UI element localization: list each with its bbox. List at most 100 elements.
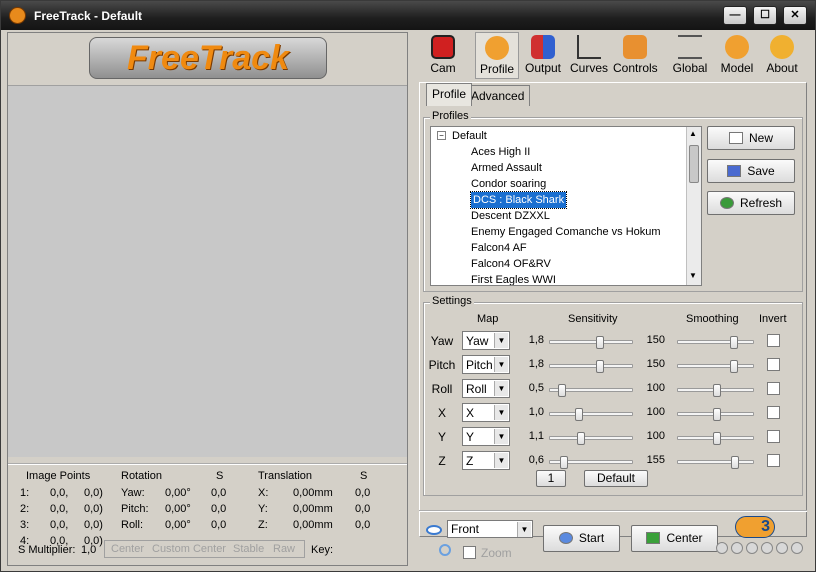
start-button[interactable]: Start	[543, 525, 620, 552]
map-select[interactable]: Y ▼	[462, 427, 510, 446]
slider-thumb[interactable]	[731, 456, 739, 469]
map-select-value: Pitch	[466, 358, 493, 372]
invert-checkbox[interactable]	[767, 382, 780, 395]
slider-thumb[interactable]	[560, 456, 568, 469]
custom-center-option[interactable]: Custom Center	[152, 543, 226, 555]
profile-item[interactable]: Armed Assault	[471, 160, 542, 176]
slider-thumb[interactable]	[596, 360, 604, 373]
smoothing-slider[interactable]	[677, 456, 754, 469]
sensitivity-slider[interactable]	[549, 432, 633, 445]
profile-item[interactable]: Condor soaring	[471, 176, 546, 192]
slider-thumb[interactable]	[596, 336, 604, 349]
toolbar-profile[interactable]: Profile	[475, 32, 519, 79]
translation-s-value: 0,0	[355, 519, 371, 531]
sensitivity-value: 1,1	[528, 430, 544, 442]
refresh-button[interactable]: Refresh	[707, 191, 795, 215]
rotation-s-value: 0,0	[211, 519, 227, 531]
raw-option[interactable]: Raw	[273, 543, 295, 555]
axis-label: Y	[437, 430, 446, 444]
map-select[interactable]: Pitch ▼	[462, 355, 510, 374]
scroll-down-icon[interactable]: ▼	[689, 271, 697, 280]
view-select[interactable]: Front ▼	[447, 520, 533, 538]
stable-option[interactable]: Stable	[233, 543, 264, 555]
app-icon	[9, 7, 26, 24]
toolbar-about[interactable]: About	[760, 32, 804, 79]
rotation-axis: Pitch:	[121, 503, 149, 515]
profile-item[interactable]: Enemy Engaged Comanche vs Hokum	[471, 224, 661, 240]
slider-thumb[interactable]	[713, 384, 721, 397]
smoothing-slider[interactable]	[677, 408, 754, 421]
collapse-icon[interactable]: −	[437, 131, 446, 140]
invert-checkbox[interactable]	[767, 430, 780, 443]
invert-checkbox[interactable]	[767, 334, 780, 347]
slider-thumb[interactable]	[577, 432, 585, 445]
zoom-checkbox[interactable]	[463, 546, 476, 559]
profiles-scrollbar[interactable]: ▲ ▼	[686, 127, 701, 285]
profile-item[interactable]: Descent DZXXL	[471, 208, 550, 224]
toolbar-global[interactable]: Global	[668, 32, 712, 79]
sensitivity-header: Sensitivity	[568, 313, 618, 325]
sensitivity-slider[interactable]	[549, 384, 633, 397]
new-button[interactable]: New	[707, 126, 795, 150]
title-bar[interactable]: FreeTrack - Default — ☐ ✕	[1, 1, 815, 30]
sensitivity-slider[interactable]	[549, 336, 633, 349]
smoothing-value: 155	[646, 454, 665, 466]
model-icon	[725, 35, 749, 59]
smoothing-slider[interactable]	[677, 432, 754, 445]
save-button[interactable]: Save	[707, 159, 795, 183]
eye-icon[interactable]	[426, 525, 442, 535]
slider-thumb[interactable]	[713, 408, 721, 421]
scroll-up-icon[interactable]: ▲	[689, 129, 697, 138]
sensitivity-slider[interactable]	[549, 360, 633, 373]
profile-item[interactable]: Falcon4 AF	[471, 240, 527, 256]
default-button[interactable]: Default	[584, 470, 648, 487]
tab-profile[interactable]: Profile	[426, 83, 473, 106]
slider-thumb[interactable]	[730, 360, 738, 373]
minimize-button[interactable]: —	[723, 6, 747, 25]
slider-thumb[interactable]	[730, 336, 738, 349]
map-select[interactable]: X ▼	[462, 403, 510, 422]
map-select[interactable]: Z ▼	[462, 451, 510, 470]
toolbar-cam[interactable]: Cam	[421, 32, 465, 79]
tree-root[interactable]: Default	[452, 128, 487, 144]
axis-label: Pitch	[428, 358, 456, 372]
scrollbar-thumb[interactable]	[689, 145, 699, 183]
invert-checkbox[interactable]	[767, 358, 780, 371]
magnifier-icon	[439, 544, 451, 556]
smoothing-value: 150	[646, 358, 665, 370]
invert-checkbox[interactable]	[767, 454, 780, 467]
center-button[interactable]: Center	[631, 525, 718, 552]
page-button[interactable]: 1	[536, 470, 566, 487]
profile-item-selected[interactable]: DCS : Black Shark	[469, 191, 568, 209]
toolbar-curves[interactable]: Curves	[567, 32, 611, 79]
sensitivity-slider[interactable]	[549, 408, 633, 421]
tab-advanced[interactable]: Advanced	[465, 85, 531, 106]
profile-item[interactable]: Aces High II	[471, 144, 530, 160]
center-option[interactable]: Center	[111, 543, 144, 555]
toolbar-output[interactable]: Output	[521, 32, 565, 79]
map-select[interactable]: Roll ▼	[462, 379, 510, 398]
smoothing-slider[interactable]	[677, 336, 754, 349]
slider-thumb[interactable]	[575, 408, 583, 421]
invert-header: Invert	[759, 313, 787, 325]
close-button[interactable]: ✕	[783, 6, 807, 25]
s-multiplier-label: S Multiplier:	[18, 544, 76, 556]
setting-row-roll: Roll Roll ▼ 0,5 100	[424, 378, 804, 400]
maximize-button[interactable]: ☐	[753, 6, 777, 25]
toolbar-model[interactable]: Model	[715, 32, 759, 79]
map-select[interactable]: Yaw ▼	[462, 331, 510, 350]
slider-thumb[interactable]	[713, 432, 721, 445]
s-multiplier-value: 1,0	[81, 544, 97, 556]
status-led	[731, 542, 743, 554]
smoothing-slider[interactable]	[677, 360, 754, 373]
profile-item[interactable]: First Eagles WWI	[471, 272, 556, 285]
profile-item[interactable]: Falcon4 OF&RV	[471, 256, 551, 272]
slider-thumb[interactable]	[558, 384, 566, 397]
smoothing-slider[interactable]	[677, 384, 754, 397]
invert-checkbox[interactable]	[767, 406, 780, 419]
profiles-tree[interactable]: − Default Aces High II Armed Assault Con…	[430, 126, 702, 286]
key-label: Key:	[311, 544, 334, 556]
rotation-s-value: 0,0	[211, 487, 227, 499]
toolbar-controls[interactable]: Controls	[613, 32, 658, 79]
sensitivity-slider[interactable]	[549, 456, 633, 469]
